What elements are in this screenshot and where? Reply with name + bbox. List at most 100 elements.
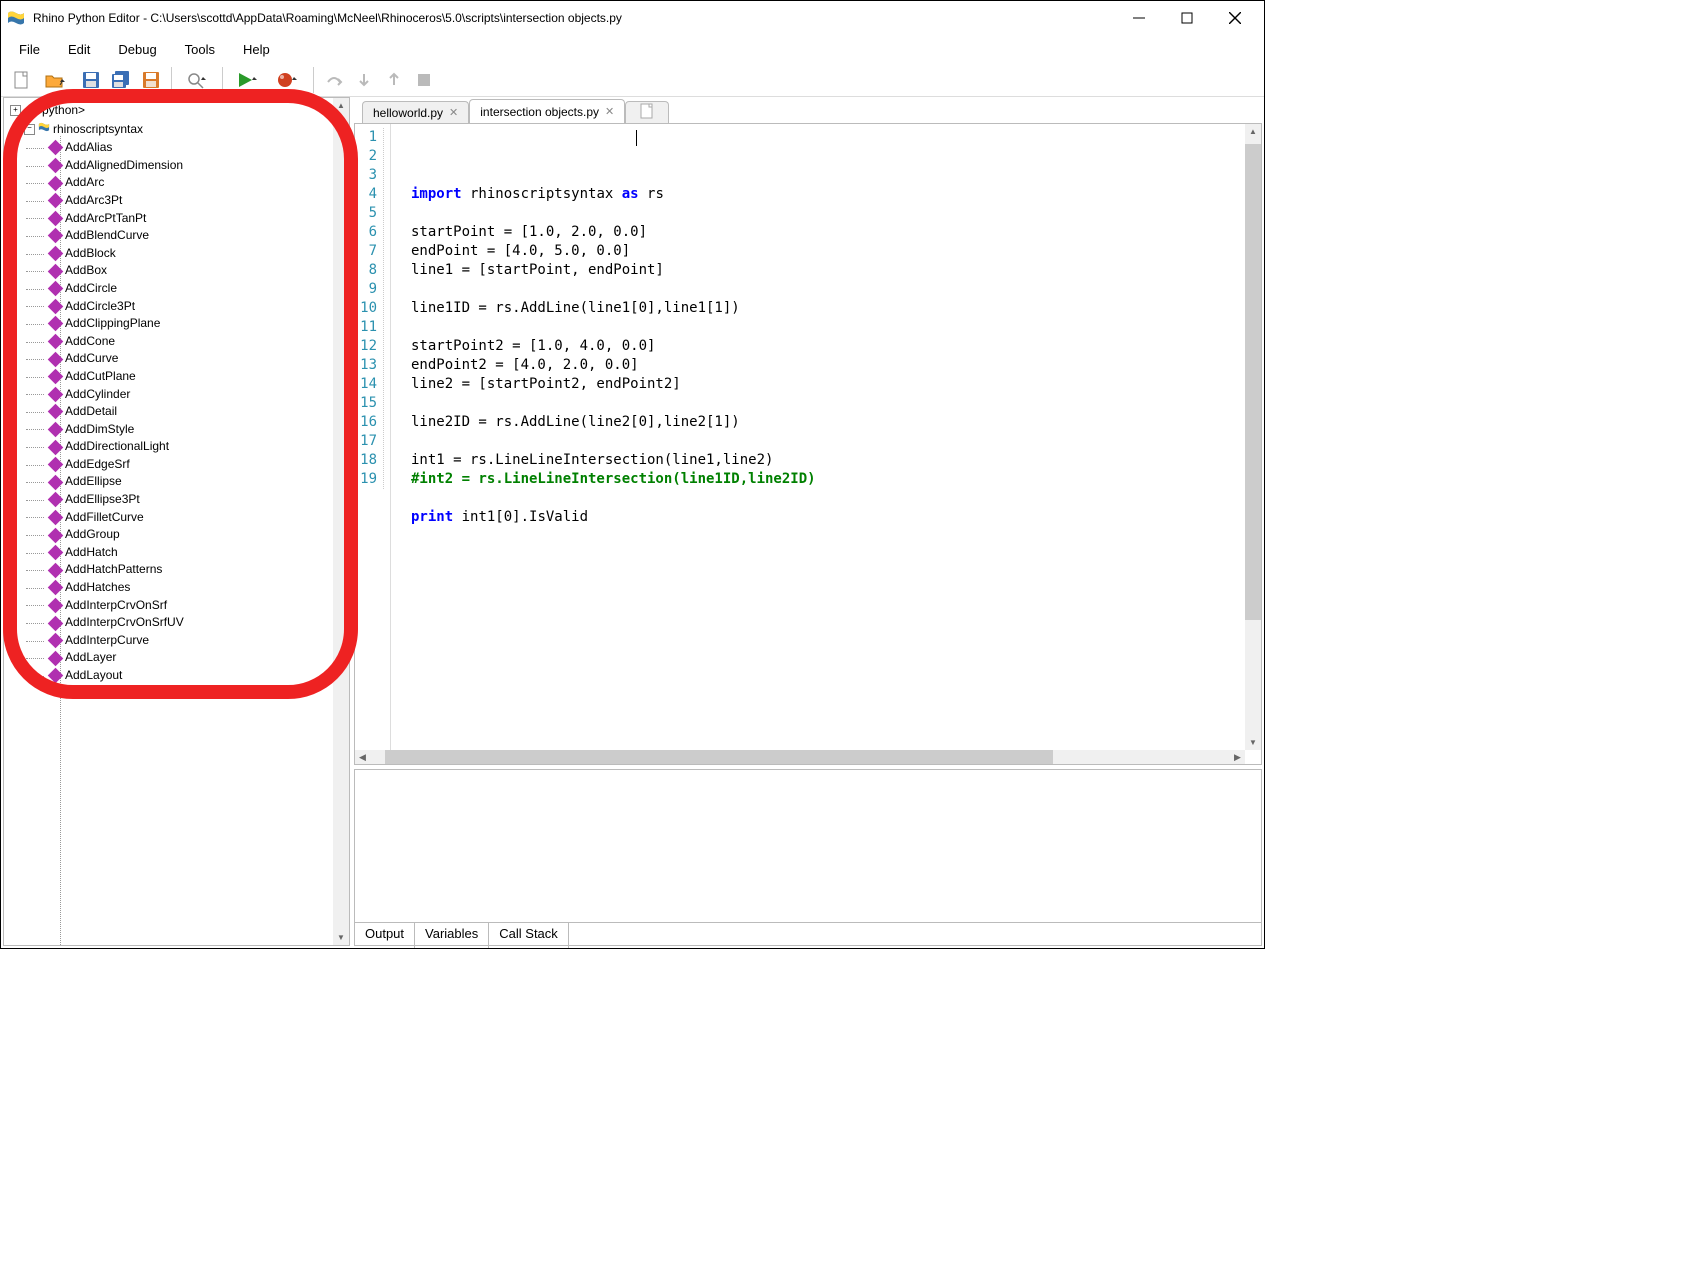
search-button[interactable] bbox=[178, 66, 216, 94]
method-icon bbox=[48, 158, 64, 174]
scroll-down-icon[interactable]: ▼ bbox=[333, 930, 349, 945]
menubar: File Edit Debug Tools Help bbox=[1, 35, 1264, 63]
scrollbar-thumb[interactable] bbox=[1245, 144, 1261, 620]
method-icon bbox=[48, 246, 64, 262]
tree-item[interactable]: AddCylinder bbox=[50, 386, 347, 404]
tree-item[interactable]: AddBlendCurve bbox=[50, 227, 347, 245]
method-icon bbox=[48, 650, 64, 666]
tree-item[interactable]: AddInterpCrvOnSrf bbox=[50, 597, 347, 615]
window-title: Rhino Python Editor - C:\Users\scottd\Ap… bbox=[33, 11, 1128, 25]
menu-tools[interactable]: Tools bbox=[175, 38, 225, 61]
editor-content[interactable]: import rhinoscriptsyntax as rs startPoin… bbox=[391, 124, 1261, 764]
sidebar-scrollbar[interactable]: ▲ ▼ bbox=[333, 98, 349, 945]
menu-help[interactable]: Help bbox=[233, 38, 280, 61]
step-over-button[interactable] bbox=[320, 66, 348, 94]
tree-item[interactable]: AddFilletCurve bbox=[50, 509, 347, 527]
run-button[interactable] bbox=[229, 66, 267, 94]
toolbar bbox=[1, 63, 1264, 97]
step-into-button[interactable] bbox=[350, 66, 378, 94]
scroll-left-icon[interactable]: ◀ bbox=[355, 750, 370, 764]
tree-item-label: AddCurve bbox=[65, 350, 118, 368]
tab-helloworld[interactable]: helloworld.py ✕ bbox=[362, 101, 469, 123]
scroll-up-icon[interactable]: ▲ bbox=[333, 98, 349, 113]
tree-item[interactable]: AddHatch bbox=[50, 544, 347, 562]
tree-item[interactable]: AddGroup bbox=[50, 526, 347, 544]
save-as-button[interactable] bbox=[137, 66, 165, 94]
step-out-button[interactable] bbox=[380, 66, 408, 94]
tree-item[interactable]: AddCircle3Pt bbox=[50, 298, 347, 316]
open-file-button[interactable] bbox=[37, 66, 75, 94]
close-icon[interactable]: ✕ bbox=[449, 106, 458, 119]
editor-tabs: helloworld.py ✕ intersection objects.py … bbox=[362, 99, 1262, 123]
editor-h-scrollbar[interactable]: ◀ ▶ bbox=[355, 750, 1245, 764]
scroll-up-icon[interactable]: ▲ bbox=[1245, 124, 1261, 139]
tree-item[interactable]: AddCurve bbox=[50, 350, 347, 368]
tree-item[interactable]: AddCircle bbox=[50, 280, 347, 298]
tree-item[interactable]: AddAlias bbox=[50, 139, 347, 157]
tree-item-label: AddHatch bbox=[65, 544, 118, 562]
method-icon bbox=[48, 193, 64, 209]
variables-tab[interactable]: Variables bbox=[415, 923, 489, 948]
tree-item[interactable]: AddBlock bbox=[50, 245, 347, 263]
line-gutter: 12345678910111213141516171819 bbox=[355, 124, 391, 764]
tree-item-label: AddCircle bbox=[65, 280, 117, 298]
tree-root-python[interactable]: + <python> bbox=[10, 102, 347, 120]
tree-item-label: AddEllipse bbox=[65, 473, 122, 491]
tree-item[interactable]: AddHatchPatterns bbox=[50, 561, 347, 579]
app-icon bbox=[5, 7, 27, 29]
tree-item-label: AddClippingPlane bbox=[65, 315, 160, 333]
tree-item[interactable]: AddArc3Pt bbox=[50, 192, 347, 210]
tree-item[interactable]: AddDetail bbox=[50, 403, 347, 421]
method-icon bbox=[48, 334, 64, 350]
menu-file[interactable]: File bbox=[9, 38, 50, 61]
expand-icon[interactable]: + bbox=[10, 105, 21, 116]
tree-item[interactable]: AddLayout bbox=[50, 667, 347, 685]
tab-intersection-objects[interactable]: intersection objects.py ✕ bbox=[469, 99, 625, 123]
tree-item[interactable]: AddArcPtTanPt bbox=[50, 210, 347, 228]
method-icon bbox=[48, 580, 64, 596]
close-button[interactable] bbox=[1224, 7, 1246, 29]
minimize-button[interactable] bbox=[1128, 7, 1150, 29]
callstack-tab[interactable]: Call Stack bbox=[489, 923, 569, 948]
new-file-button[interactable] bbox=[7, 66, 35, 94]
tree-item[interactable]: AddHatches bbox=[50, 579, 347, 597]
breakpoint-button[interactable] bbox=[269, 66, 307, 94]
menu-edit[interactable]: Edit bbox=[58, 38, 100, 61]
save-button[interactable] bbox=[77, 66, 105, 94]
method-icon bbox=[48, 439, 64, 455]
tree-item[interactable]: AddAlignedDimension bbox=[50, 157, 347, 175]
tree-item-label: AddBox bbox=[65, 262, 107, 280]
tree-item[interactable]: AddEdgeSrf bbox=[50, 456, 347, 474]
maximize-button[interactable] bbox=[1176, 7, 1198, 29]
tree-item[interactable]: AddCone bbox=[50, 333, 347, 351]
tree-item[interactable]: AddInterpCurve bbox=[50, 632, 347, 650]
tab-label: helloworld.py bbox=[373, 106, 443, 120]
tree-item[interactable]: AddArc bbox=[50, 174, 347, 192]
tree-item-label: AddEdgeSrf bbox=[65, 456, 130, 474]
save-all-button[interactable] bbox=[107, 66, 135, 94]
text-cursor bbox=[636, 130, 637, 146]
output-tab[interactable]: Output bbox=[355, 923, 415, 948]
tree-item[interactable]: AddDirectionalLight bbox=[50, 438, 347, 456]
tree-item[interactable]: AddLayer bbox=[50, 649, 347, 667]
scroll-right-icon[interactable]: ▶ bbox=[1230, 750, 1245, 764]
tree-item[interactable]: AddClippingPlane bbox=[50, 315, 347, 333]
collapse-icon[interactable]: − bbox=[24, 124, 35, 135]
editor-v-scrollbar[interactable]: ▲ ▼ bbox=[1245, 124, 1261, 750]
code-editor[interactable]: 12345678910111213141516171819 import rhi… bbox=[354, 123, 1262, 765]
menu-debug[interactable]: Debug bbox=[108, 38, 166, 61]
tree-item[interactable]: AddDimStyle bbox=[50, 421, 347, 439]
tree-item[interactable]: AddCutPlane bbox=[50, 368, 347, 386]
new-tab-button[interactable] bbox=[625, 101, 669, 123]
tree-item[interactable]: AddEllipse3Pt bbox=[50, 491, 347, 509]
tree-item[interactable]: AddEllipse bbox=[50, 473, 347, 491]
tree-item-label: AddLayout bbox=[65, 667, 122, 685]
tree-item[interactable]: AddBox bbox=[50, 262, 347, 280]
method-icon bbox=[48, 228, 64, 244]
tree-item-label: AddDimStyle bbox=[65, 421, 134, 439]
stop-button[interactable] bbox=[410, 66, 438, 94]
scrollbar-thumb[interactable] bbox=[385, 750, 1053, 764]
tree-item[interactable]: AddInterpCrvOnSrfUV bbox=[50, 614, 347, 632]
scroll-down-icon[interactable]: ▼ bbox=[1245, 735, 1261, 750]
close-icon[interactable]: ✕ bbox=[605, 105, 614, 118]
